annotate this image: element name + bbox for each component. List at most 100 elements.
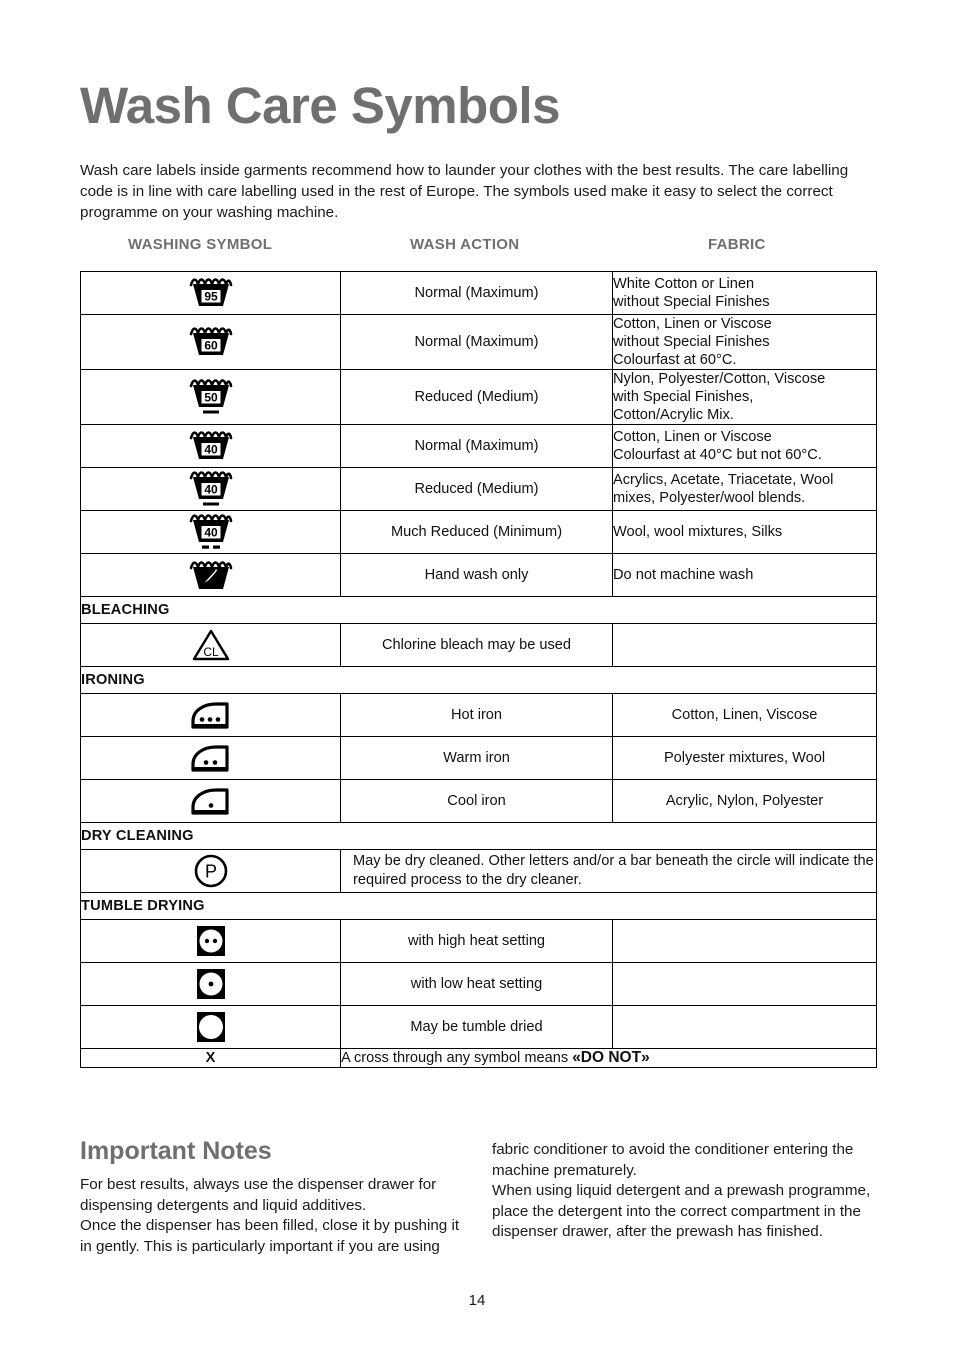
action-cell: Chlorine bleach may be used [340,623,613,667]
table-row: Hand wash only Do not machine wash [80,553,877,597]
symbol-cell [80,693,341,737]
hand-wash-icon [189,557,233,593]
section-header-row: BLEACHING [80,596,877,624]
fabric-cell [612,919,877,963]
fabric-cell: Polyester mixtures, Wool [612,736,877,780]
symbol-cell: P [80,849,341,893]
column-heading-fabric: FABRIC [708,236,766,253]
fabric-cell: Do not machine wash [612,553,877,597]
column-heading-wash-action: WASH ACTION [410,236,520,253]
important-notes-right-column: fabric conditioner to avoid the conditio… [492,1140,877,1243]
action-cell: Normal (Maximum) [340,314,613,370]
fabric-cell: Nylon, Polyester/Cotton, Viscose with Sp… [612,369,877,425]
symbol-cell: 40 [80,467,341,511]
bleach-triangle-cl-icon: CL [190,627,232,663]
table-row: with low heat setting [80,962,877,1006]
cross-x-icon: X [80,1048,341,1068]
action-cell: with low heat setting [340,962,613,1006]
fabric-cell: White Cotton or Linen without Special Fi… [612,271,877,315]
wash-tub-40-double-bar-icon: 40 [189,512,233,552]
symbol-cell [80,736,341,780]
table-row: CL Chlorine bleach may be used [80,623,877,667]
symbol-cell: 40 [80,510,341,554]
section-header-row: TUMBLE DRYING [80,892,877,920]
svg-text:50: 50 [204,391,218,405]
note-paragraph: When using liquid detergent and a prewas… [492,1182,871,1240]
symbol-cell [80,919,341,963]
symbol-cell: 95 [80,271,341,315]
tumble-dry-one-dot-icon [192,965,230,1003]
note-paragraph: For best results, always use the dispens… [80,1176,437,1214]
column-heading-washing-symbol: WASHING SYMBOL [128,236,273,253]
page: Wash Care Symbols Wash care labels insid… [0,0,954,1351]
fabric-cell: Acrylics, Acetate, Triacetate, Wool mixe… [612,467,877,511]
table-row: Cool iron Acrylic, Nylon, Polyester [80,779,877,823]
section-header-row: IRONING [80,666,877,694]
wash-care-table: 95 Normal (Maximum) White Cotton or Line… [80,271,877,1068]
table-row: Warm iron Polyester mixtures, Wool [80,736,877,780]
fabric-cell: Cotton, Linen, Viscose [612,693,877,737]
table-row: 40 Reduced (Medium) Acrylics, Acetate, T… [80,467,877,511]
note-paragraph: fabric conditioner to avoid the conditio… [492,1141,854,1179]
wash-tub-95-icon: 95 [189,276,233,310]
action-cell: Warm iron [340,736,613,780]
action-cell: Hand wash only [340,553,613,597]
symbol-cell [80,779,341,823]
svg-text:40: 40 [204,443,218,457]
fabric-cell [612,1005,877,1049]
table-row: May be tumble dried [80,1005,877,1049]
important-notes-title: Important Notes [80,1137,272,1165]
fabric-cell: Acrylic, Nylon, Polyester [612,779,877,823]
action-cell: Reduced (Medium) [340,369,613,425]
section-heading-bleaching: BLEACHING [80,596,877,624]
action-cell: Normal (Maximum) [340,271,613,315]
do-not-emphasis: «DO NOT» [572,1049,650,1066]
table-column-headings: WASHING SYMBOL WASH ACTION FABRIC [80,236,876,262]
table-row: 40 Normal (Maximum) Cotton, Linen or Vis… [80,424,877,468]
iron-two-dots-icon [184,740,238,776]
action-cell: Reduced (Medium) [340,467,613,511]
svg-text:40: 40 [204,526,218,540]
symbol-cell [80,553,341,597]
symbol-cell: 60 [80,314,341,370]
fabric-cell: Cotton, Linen or Viscose Colourfast at 4… [612,424,877,468]
fabric-cell: Cotton, Linen or Viscose without Special… [612,314,877,370]
table-row: P May be dry cleaned. Other letters and/… [80,849,877,893]
wash-tub-40-single-bar-icon: 40 [189,469,233,509]
svg-text:P: P [204,862,216,882]
symbol-cell [80,1005,341,1049]
symbol-cell: 50 [80,369,341,425]
table-row: with high heat setting [80,919,877,963]
svg-text:95: 95 [204,290,218,304]
svg-text:60: 60 [204,339,218,353]
action-cell: May be tumble dried [340,1005,613,1049]
table-row: Hot iron Cotton, Linen, Viscose [80,693,877,737]
section-heading-tumble-drying: TUMBLE DRYING [80,892,877,920]
do-not-description: A cross through any symbol means «DO NOT… [340,1048,877,1068]
note-paragraph: Once the dispenser has been filled, clos… [80,1217,460,1255]
action-cell: with high heat setting [340,919,613,963]
iron-one-dot-icon [184,783,238,819]
fabric-cell [612,962,877,1006]
action-cell: May be dry cleaned. Other letters and/or… [340,849,877,893]
fabric-cell: Wool, wool mixtures, Silks [612,510,877,554]
fabric-cell [612,623,877,667]
iron-three-dots-icon [184,697,238,733]
action-cell: Hot iron [340,693,613,737]
wash-tub-50-icon: 50 [189,377,233,417]
wash-tub-60-icon: 60 [189,325,233,359]
tumble-dry-icon [192,1008,230,1046]
symbol-cell [80,962,341,1006]
symbol-cell: 40 [80,424,341,468]
page-title: Wash Care Symbols [80,77,560,134]
table-row: 60 Normal (Maximum) Cotton, Linen or Vis… [80,314,877,370]
intro-paragraph: Wash care labels inside garments recomme… [80,162,849,221]
table-row: 50 Reduced (Medium) Nylon, Polyester/Cot… [80,369,877,425]
section-heading-ironing: IRONING [80,666,877,694]
symbol-cell: CL [80,623,341,667]
table-row: X A cross through any symbol means «DO N… [80,1048,877,1068]
section-heading-dry-cleaning: DRY CLEANING [80,822,877,850]
important-notes-left-column: For best results, always use the dispens… [80,1175,465,1257]
dry-clean-circle-p-icon: P [191,851,231,891]
action-cell: Much Reduced (Minimum) [340,510,613,554]
